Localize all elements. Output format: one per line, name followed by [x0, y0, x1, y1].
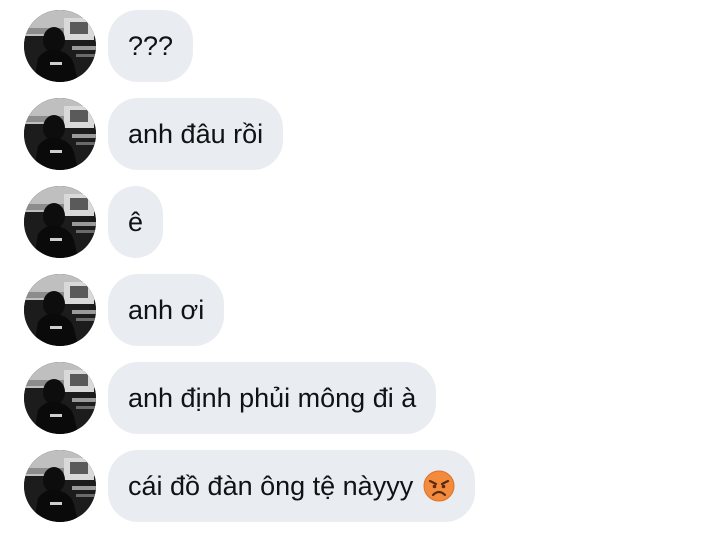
chat-thread: ??? anh đâu rồi ê anh ơi anh định phủi m	[0, 0, 719, 541]
message-text: anh đâu rồi	[128, 118, 264, 149]
message-text: cái đồ đàn ông tệ nàyyy	[128, 470, 414, 501]
avatar[interactable]	[24, 450, 96, 522]
message-text: anh ơi	[128, 294, 205, 325]
avatar[interactable]	[24, 274, 96, 346]
message-row: ???	[0, 10, 719, 82]
message-bubble[interactable]: cái đồ đàn ông tệ nàyyy	[108, 450, 476, 522]
message-bubble[interactable]: ???	[108, 10, 194, 82]
message-text: ???	[128, 30, 174, 61]
avatar-image	[24, 10, 96, 82]
avatar-image	[24, 450, 96, 522]
message-text: ê	[128, 206, 144, 237]
avatar-image	[24, 98, 96, 170]
message-row: anh định phủi mông đi à	[0, 362, 719, 434]
message-text: anh định phủi mông đi à	[128, 382, 417, 413]
avatar-image	[24, 362, 96, 434]
avatar[interactable]	[24, 186, 96, 258]
angry-face-icon	[423, 470, 455, 502]
message-bubble[interactable]: anh định phủi mông đi à	[108, 362, 437, 434]
avatar-image	[24, 274, 96, 346]
avatar[interactable]	[24, 10, 96, 82]
message-row: ê	[0, 186, 719, 258]
avatar[interactable]	[24, 362, 96, 434]
message-bubble[interactable]: anh ơi	[108, 274, 225, 346]
message-row: cái đồ đàn ông tệ nàyyy	[0, 450, 719, 522]
message-bubble[interactable]: ê	[108, 186, 164, 258]
message-row: anh đâu rồi	[0, 98, 719, 170]
avatar[interactable]	[24, 98, 96, 170]
message-row: anh ơi	[0, 274, 719, 346]
message-bubble[interactable]: anh đâu rồi	[108, 98, 284, 170]
avatar-image	[24, 186, 96, 258]
